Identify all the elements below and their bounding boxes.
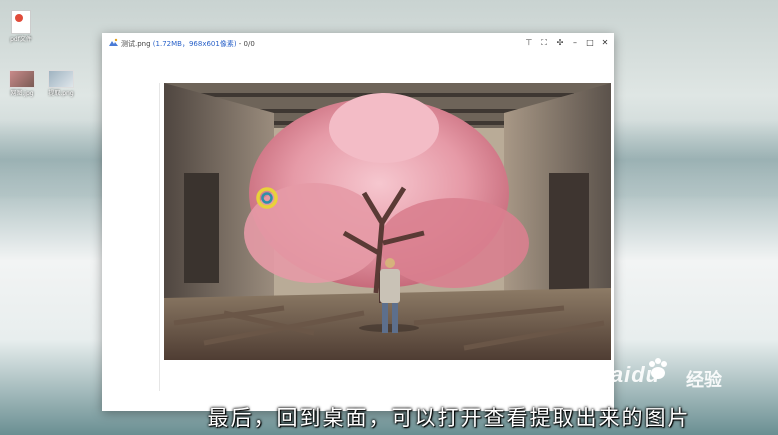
image-viewer-icon [109,38,118,46]
watermark-brand: Baidu [594,362,661,387]
file-name: 测试.png [121,40,151,48]
title-bar: 测试.png (1.72MB，968x601像素) - 0/0 ⊤ ⛶ ✣ – … [102,33,614,53]
desktop-icon-pdf[interactable]: pdf文件 [6,10,36,43]
file-info-link[interactable]: (1.72MB，968x601像素) [153,40,237,48]
pdf-file-icon [11,10,31,34]
watermark-cn: 经验 [686,370,722,391]
video-caption: 最后，回到桌面，可以打开查看提取出来的图片 [207,406,691,430]
close-icon[interactable]: ✕ [599,37,611,49]
desktop-icon-label: pdf文件 [10,36,32,43]
image-file-icon [9,70,35,88]
desktop-icon-image1[interactable]: 网图.jpg [5,70,39,97]
desktop-icon-image2[interactable]: 提取.png [44,70,78,97]
cursor-highlight-icon [256,187,278,209]
minimize-icon[interactable]: – [569,37,581,49]
desktop-icon-label: 网图.jpg [10,90,34,97]
window-title: 测试.png (1.72MB，968x601像素) - 0/0 [121,39,255,49]
page-counter: - 0/0 [238,40,255,48]
image-viewer-window: 测试.png (1.72MB，968x601像素) - 0/0 ⊤ ⛶ ✣ – … [102,33,614,411]
fit-window-icon[interactable]: ⛶ [538,37,550,49]
fullscreen-icon[interactable]: ✣ [554,37,566,49]
ruined-building-cherry-tree-image [164,83,611,360]
desktop-icon-label: 提取.png [48,90,74,97]
sidebar-divider [159,83,160,391]
baidu-watermark: Baidu 经验 [586,352,746,402]
pin-icon[interactable]: ⊤ [523,37,535,49]
maximize-icon[interactable]: □ [584,37,596,49]
displayed-image[interactable] [164,83,611,360]
image-file-icon [48,70,74,88]
